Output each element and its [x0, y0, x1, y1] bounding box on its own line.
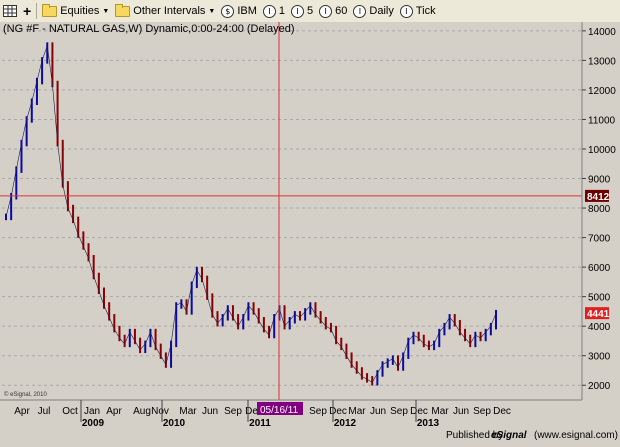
month-tick-label: Jan: [84, 406, 100, 417]
price-tick-label: 3000: [588, 352, 611, 363]
esignal-logo: eSignal: [491, 430, 527, 441]
month-tick-label: Apr: [14, 406, 30, 417]
month-tick-label: Sep: [390, 406, 408, 417]
price-tick-label: 10000: [588, 145, 616, 156]
price-chart[interactable]: 2000 3000 4000 5000 6000 7000 8000 9000 10000 110…: [0, 22, 620, 442]
price-tick-label: 5000: [588, 293, 611, 304]
month-tick-label: Sep: [473, 406, 491, 417]
price-tick-label: 8000: [588, 204, 611, 215]
month-tick-label: Nov: [151, 406, 169, 417]
interval-1-button[interactable]: I 1: [260, 2, 288, 20]
price-tick-label: 9000: [588, 175, 611, 186]
interval-tick-button[interactable]: I Tick: [397, 2, 439, 20]
equities-label: Equities: [60, 5, 100, 17]
interval-5-button[interactable]: I 5: [288, 2, 316, 20]
interval-icon: I: [291, 4, 305, 18]
folder-icon: [42, 3, 58, 17]
crosshair-price-text: 8412: [587, 192, 610, 203]
other-intervals-label: Other Intervals: [133, 5, 206, 17]
month-tick-label: Mar: [348, 406, 366, 417]
price-tick-label: 4000: [588, 322, 611, 333]
folder-icon: [115, 3, 131, 17]
month-tick-label: Jun: [202, 406, 218, 417]
interval-5-label: 5: [307, 5, 314, 17]
equities-dropdown[interactable]: Equities ▼: [39, 2, 112, 20]
price-tick-label: 7000: [588, 234, 611, 245]
price-tick-label: 6000: [588, 263, 611, 274]
caret-down-icon: ▼: [102, 7, 110, 15]
month-tick-label: Jun: [453, 406, 469, 417]
price-tick-label: 14000: [588, 27, 616, 38]
add-button[interactable]: +: [20, 2, 34, 20]
plus-icon: +: [23, 3, 32, 19]
grid-icon: [3, 5, 17, 17]
interval-tick-label: Tick: [415, 5, 436, 17]
copyright-label: © eSignal, 2010: [4, 391, 47, 398]
month-tick-label: Dec: [493, 406, 511, 417]
interval-60-label: 60: [335, 5, 348, 17]
chart-background: [0, 22, 620, 442]
year-tick-label: 2012: [334, 418, 357, 429]
month-tick-label: Oct: [62, 406, 78, 417]
interval-60-button[interactable]: I 60: [316, 2, 350, 20]
month-tick-label: Mar: [431, 406, 449, 417]
month-tick-label: Dec: [410, 406, 428, 417]
toolbar-separator: [36, 3, 38, 19]
last-price-label: 4441: [585, 307, 610, 320]
month-tick-label: Apr: [106, 406, 122, 417]
interval-icon: I: [319, 4, 333, 18]
interval-1-label: 1: [278, 5, 286, 17]
month-tick-label: Dec: [329, 406, 347, 417]
interval-icon: I: [262, 4, 276, 18]
caret-down-icon: ▼: [208, 7, 216, 15]
month-tick-label: Jul: [38, 406, 51, 417]
month-tick-label: Jun: [370, 406, 386, 417]
interval-daily-button[interactable]: I Daily: [350, 2, 396, 20]
year-tick-label: 2010: [163, 418, 186, 429]
interval-icon: I: [399, 4, 413, 18]
chart-title: (NG #F - NATURAL GAS,W) Dynamic,0:00-24:…: [3, 23, 295, 35]
grid-button[interactable]: [0, 2, 20, 20]
crosshair-date-label: 05/16/11: [257, 402, 303, 416]
price-tick-label: 13000: [588, 56, 616, 67]
price-tick-label: 11000: [588, 115, 616, 126]
interval-daily-label: Daily: [369, 5, 394, 17]
last-price-text: 4441: [587, 309, 610, 320]
price-tick-label: 12000: [588, 86, 616, 97]
dollar-icon: $: [221, 4, 235, 18]
year-tick-label: 2009: [82, 418, 105, 429]
website-link[interactable]: (www.esignal.com): [534, 430, 618, 441]
symbol-ibm-label: IBM: [237, 5, 257, 17]
year-tick-label: 2013: [417, 418, 440, 429]
crosshair-price-label: 8412: [585, 189, 610, 203]
crosshair-date-text: 05/16/11: [260, 405, 299, 416]
other-intervals-dropdown[interactable]: Other Intervals ▼: [112, 2, 218, 20]
chart-area[interactable]: 2000 3000 4000 5000 6000 7000 8000 9000 10000 110…: [0, 22, 620, 442]
symbol-ibm-button[interactable]: $ IBM: [218, 2, 260, 20]
month-tick-label: Aug: [133, 406, 151, 417]
month-tick-label: Mar: [179, 406, 197, 417]
price-tick-label: 2000: [588, 381, 611, 392]
month-tick-label: Sep: [224, 406, 242, 417]
year-tick-label: 2011: [249, 418, 271, 429]
interval-icon: I: [353, 4, 367, 18]
month-tick-label: Sep: [309, 406, 327, 417]
toolbar: + Equities ▼ Other Intervals ▼ $ IBM I 1…: [0, 0, 620, 23]
